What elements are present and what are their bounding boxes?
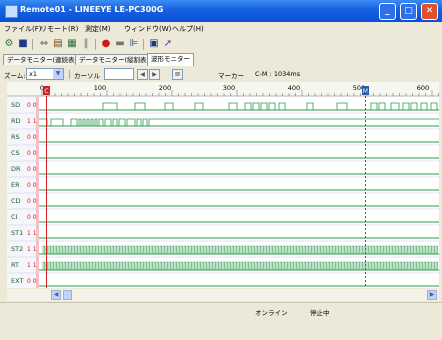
signal-level-er: 0 0: [27, 182, 37, 189]
rt-trace: [39, 261, 438, 271]
scroll-left-icon[interactable]: ◀: [51, 290, 61, 300]
cursor-label: カーソル: [74, 72, 100, 80]
signal-level-dr: 0 0: [27, 166, 37, 173]
signal-name-cd: CD: [11, 197, 21, 205]
app-icon: [5, 5, 18, 18]
minimize-button[interactable]: _: [379, 3, 396, 20]
window-title: Remote01 - LINEEYE LE-PC300G: [20, 5, 164, 14]
copy-icon[interactable]: ▤: [52, 38, 64, 50]
signal-name-rd: RD: [11, 117, 21, 125]
save-icon[interactable]: ■: [17, 38, 29, 50]
control-separator: [69, 70, 70, 79]
toolbar-separator: [32, 39, 33, 50]
signal-level-rt: 1 1: [27, 262, 37, 269]
menu-file[interactable]: ファイル(F): [4, 24, 42, 34]
zoom-select[interactable]: x1 ▼: [26, 68, 64, 80]
maximize-button[interactable]: □: [400, 3, 417, 20]
signal-level-rd: 1 1: [27, 118, 37, 125]
app-window: Remote01 - LINEEYE LE-PC300G _ □ ✕ ファイル(…: [0, 0, 442, 340]
marker-flag-label: M: [363, 88, 368, 95]
jump-icon[interactable]: ⊠: [172, 69, 183, 80]
display-icon[interactable]: ▣: [148, 38, 160, 50]
marker-label: マーカー: [218, 72, 244, 80]
tab-waveform-monitor[interactable]: 波形モニター: [147, 53, 194, 66]
signal-level-rs: 0 0: [27, 134, 37, 141]
signal-name-rt: RT: [11, 261, 19, 269]
cursor-next-icon[interactable]: ▶: [149, 69, 160, 80]
cm-readout: C-M : 1034ms: [255, 70, 301, 78]
st2-trace: [39, 245, 438, 255]
toolbar-separator: [95, 39, 96, 50]
zoom-label: ズーム:: [4, 72, 26, 80]
waveform-panel[interactable]: 0 100 200 300 400 500 600 C M SD 0 0 RD …: [7, 82, 439, 288]
pointer-icon[interactable]: ➚: [162, 38, 174, 50]
signal-level-cd: 0 0: [27, 198, 37, 205]
cursor-position-field[interactable]: [104, 68, 134, 80]
signal-name-column: [7, 97, 39, 288]
signal-name-dr: DR: [11, 165, 21, 173]
signal-name-ci: CI: [11, 213, 18, 221]
signal-name-sd: SD: [11, 101, 20, 109]
signal-name-st2: ST2: [11, 245, 23, 253]
status-online: オンライン: [255, 309, 288, 317]
signal-level-sd: 0 0: [27, 102, 37, 109]
waveform-canvas[interactable]: 0 100 200 300 400 500 600 C M SD 0 0 RD …: [7, 82, 439, 288]
signal-level-ci: 0 0: [27, 214, 37, 221]
menu-window[interactable]: ウィンドウ(W): [124, 24, 171, 34]
tab-bar: データモニター(連続表示) データモニター(縦割表示) 波形モニター: [0, 52, 442, 66]
menu-measure[interactable]: 測定(M): [85, 24, 111, 34]
scroll-thumb[interactable]: [63, 290, 72, 300]
ruler-tick-label: 200: [159, 84, 171, 92]
signal-column-divider: [36, 97, 39, 288]
signal-level-st1: 1 1: [27, 230, 37, 237]
signal-level-st2: 1 1: [27, 246, 37, 253]
gear-icon[interactable]: ⚙: [3, 38, 15, 50]
ruler-tick-label: 300: [223, 84, 235, 92]
signal-level-cs: 0 0: [27, 150, 37, 157]
zoom-value: x1: [29, 70, 37, 78]
scroll-right-icon[interactable]: ▶: [427, 290, 437, 300]
record-icon[interactable]: ●: [100, 38, 112, 50]
ruler-tick-label: 400: [288, 84, 300, 92]
title-bar[interactable]: Remote01 - LINEEYE LE-PC300G _ □ ✕: [0, 0, 442, 22]
signal-name-ext: EXT: [11, 277, 23, 285]
chevron-down-icon[interactable]: ▼: [53, 69, 63, 79]
signal-name-rs: RS: [11, 133, 20, 141]
toolbar: ⚙ ■ ⇔ ▤ ▦ ‖ ● ▬ ⊫ ▣ ➚: [0, 36, 442, 52]
status-bar: オンライン 停止中: [0, 302, 442, 340]
signal-level-ext: 0 0: [27, 278, 37, 285]
stop-icon[interactable]: ▬: [114, 38, 126, 50]
cursor-flag-label: C: [44, 88, 48, 95]
menu-bar: ファイル(F) リモート(R) 測定(M) ウィンドウ(W) ヘルプ(H): [0, 22, 442, 36]
toolbar-separator: [143, 39, 144, 50]
control-row: ズーム: x1 ▼ カーソル ◀ ▶ ⊠ マーカー C-M : 1034ms: [0, 66, 442, 82]
print-icon[interactable]: ▦: [66, 38, 78, 50]
menu-help[interactable]: ヘルプ(H): [172, 24, 204, 34]
ruler-tick-label: 100: [94, 84, 106, 92]
ruler-tick-label: 600: [417, 84, 429, 92]
arrows-icon[interactable]: ⇔: [38, 38, 50, 50]
signal-name-er: ER: [11, 181, 20, 189]
filter-icon[interactable]: ⊫: [128, 38, 140, 50]
signal-name-cs: CS: [11, 149, 20, 157]
close-button[interactable]: ✕: [421, 3, 438, 20]
pause-icon[interactable]: ‖: [80, 38, 92, 50]
cursor-prev-icon[interactable]: ◀: [137, 69, 148, 80]
menu-remote[interactable]: リモート(R): [40, 24, 78, 34]
horizontal-scrollbar[interactable]: ◀ ▶: [7, 289, 439, 301]
signal-name-st1: ST1: [11, 229, 23, 237]
status-state: 停止中: [310, 309, 330, 317]
